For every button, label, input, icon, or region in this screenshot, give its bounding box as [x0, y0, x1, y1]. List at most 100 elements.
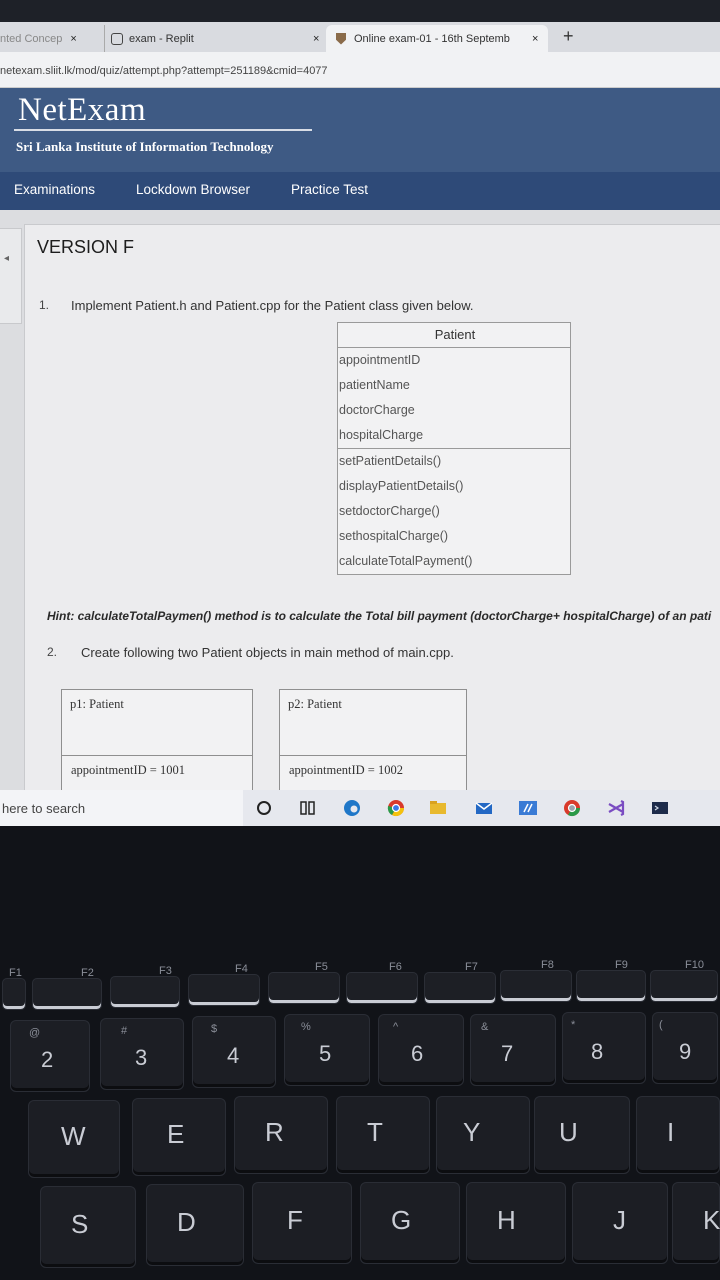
key-label: I: [667, 1117, 675, 1147]
key-shift-label: &: [481, 1021, 489, 1033]
uml-method: setPatientDetails(): [339, 454, 442, 468]
key-f1: F1: [2, 967, 26, 1010]
mail-icon[interactable]: [474, 798, 494, 818]
key-h: H: [466, 1182, 566, 1264]
key-label: 2: [41, 1047, 54, 1072]
key-f7: F7: [424, 961, 496, 1004]
app-icon[interactable]: [518, 798, 538, 818]
key-6: ^ 6: [378, 1014, 464, 1086]
key-label: W: [61, 1121, 86, 1151]
key-label: R: [265, 1117, 284, 1147]
quiz-version-title: VERSION F: [37, 237, 135, 257]
task-view-icon[interactable]: [298, 798, 318, 818]
tab-title: exam - Replit: [129, 32, 194, 45]
key-label: F8: [541, 959, 554, 971]
key-f10: F10: [650, 959, 718, 1002]
key-label: Y: [463, 1117, 481, 1147]
key-label: F1: [9, 967, 22, 979]
edge-icon[interactable]: [342, 798, 362, 818]
new-tab-button[interactable]: +: [563, 26, 574, 47]
key-label: F9: [615, 959, 628, 971]
key-9: (9: [652, 1012, 718, 1084]
key-label: F6: [389, 961, 402, 973]
quiz-nav-panel[interactable]: ◂: [0, 228, 22, 324]
visual-studio-icon[interactable]: [606, 798, 626, 818]
url-text[interactable]: netexam.sliit.lk/mod/quiz/attempt.php?at…: [0, 65, 328, 77]
uml-attribute: doctorCharge: [339, 403, 415, 417]
file-explorer-icon[interactable]: [428, 798, 448, 818]
uml-methods: setPatientDetails() displayPatientDetail…: [338, 449, 570, 574]
key-shift-label: *: [571, 1019, 576, 1031]
browser-tab-bar: nted Concep × exam - Replit × Online exa…: [0, 22, 720, 52]
key-label: 9: [679, 1039, 692, 1064]
key-2: @2: [10, 1020, 90, 1092]
browser-tab[interactable]: nted Concep ×: [0, 25, 96, 52]
key-shift-label: @: [29, 1027, 41, 1039]
uml-method: calculateTotalPayment(): [339, 554, 473, 568]
key-i: I: [636, 1096, 720, 1174]
key-shift-label: (: [659, 1019, 663, 1031]
uml-attribute: patientName: [339, 378, 410, 392]
key-u: U: [534, 1096, 630, 1174]
key-f2: F2: [32, 967, 102, 1010]
browser-tab-active[interactable]: Online exam-01 - 16th Septemb ×: [326, 25, 548, 52]
browser-tab[interactable]: exam - Replit ×: [104, 25, 324, 52]
key-label: 7: [501, 1041, 514, 1066]
site-logo[interactable]: NetExam: [18, 92, 146, 129]
taskbar-search-box[interactable]: here to search: [0, 790, 243, 826]
key-label: U: [559, 1117, 578, 1147]
key-f8: F8: [500, 959, 572, 1002]
key-s: S: [40, 1186, 136, 1268]
key-label: 6: [411, 1041, 424, 1066]
key-label: D: [177, 1207, 196, 1237]
key-g: G: [360, 1182, 460, 1264]
key-label: F2: [81, 967, 94, 979]
key-t: T: [336, 1096, 430, 1174]
uml-method: sethospitalCharge(): [339, 529, 449, 543]
terminal-icon[interactable]: [650, 798, 670, 818]
uml-attribute: appointmentID: [339, 353, 421, 367]
uml-method: displayPatientDetails(): [339, 479, 464, 493]
question-number: 2.: [47, 645, 58, 659]
object-title: p1: Patient: [62, 690, 252, 756]
key-label: S: [71, 1209, 89, 1239]
key-f5: F5: [268, 961, 340, 1004]
object-title: p2: Patient: [280, 690, 466, 756]
key-3: #3: [100, 1018, 184, 1090]
photo-frame: { "browser": { "tabs": [ {"title": "nted…: [0, 0, 720, 1280]
tab-close-icon[interactable]: ×: [70, 33, 76, 45]
tab-close-icon[interactable]: ×: [313, 33, 319, 45]
nav-item-practice-test[interactable]: Practice Test: [291, 182, 368, 197]
key-f9: F9: [576, 959, 646, 1002]
key-label: 8: [591, 1039, 604, 1064]
uml-class-name: Patient: [338, 323, 570, 348]
uml-attribute: hospitalCharge: [339, 428, 424, 442]
nav-item-lockdown-browser[interactable]: Lockdown Browser: [136, 182, 250, 197]
address-bar[interactable]: netexam.sliit.lk/mod/quiz/attempt.php?at…: [0, 52, 720, 88]
uml-method: setdoctorCharge(): [339, 504, 440, 518]
key-4: $4: [192, 1016, 276, 1088]
chrome-icon[interactable]: [386, 798, 406, 818]
key-f6: F6: [346, 961, 418, 1004]
key-8: * 8: [562, 1012, 646, 1084]
key-shift-label: %: [301, 1021, 311, 1033]
tab-close-icon[interactable]: ×: [532, 33, 538, 45]
cortana-icon[interactable]: [254, 798, 274, 818]
laptop-keyboard: F1 F2 F3 F4 F5 F6 F7 F8 F9 F10 @2 #3 $4 …: [0, 826, 720, 1280]
uml-object-p1: p1: Patient appointmentID = 1001: [61, 689, 253, 799]
question-text: Implement Patient.h and Patient.cpp for …: [71, 298, 474, 313]
key-shift-label: #: [121, 1025, 128, 1037]
key-f3: F3: [110, 965, 180, 1008]
key-label: F5: [315, 961, 328, 973]
site-shield-icon: [336, 32, 346, 45]
chrome-icon-2[interactable]: [562, 798, 582, 818]
key-label: J: [613, 1205, 626, 1235]
page-content: ◂ VERSION F 1. Implement Patient.h and P…: [0, 210, 720, 804]
nav-item-examinations[interactable]: Examinations: [14, 182, 95, 197]
key-f: F: [252, 1182, 352, 1264]
key-label: F: [287, 1205, 303, 1235]
uml-class-diagram: Patient appointmentID patientName doctor…: [337, 322, 571, 575]
uml-object-p2: p2: Patient appointmentID = 1002: [279, 689, 467, 799]
key-f4: F4: [188, 963, 260, 1006]
key-j: J: [572, 1182, 668, 1264]
